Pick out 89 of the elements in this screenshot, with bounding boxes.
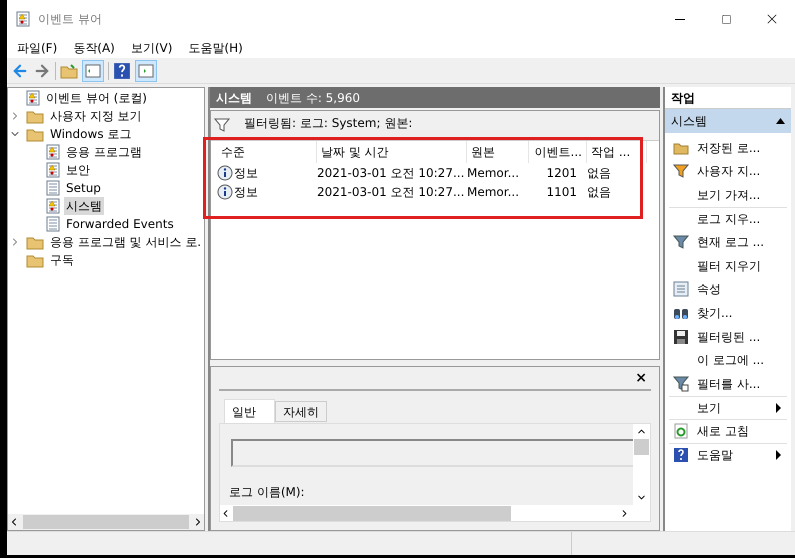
table-cell-text: Memor... (467, 164, 520, 182)
back-icon[interactable] (11, 62, 29, 80)
refresh-icon (673, 423, 689, 440)
maximize-icon (720, 14, 732, 24)
submenu-arrow-icon (776, 402, 781, 413)
collapse-triangle-icon (776, 118, 785, 124)
column-header[interactable]: 원본 (467, 141, 529, 163)
log-name-label: 로그 이름(M): (229, 484, 306, 501)
log-warning-icon (46, 198, 60, 214)
help-icon (673, 447, 689, 464)
table-cell-text: 2021-03-01 오전 10:27... (317, 184, 464, 200)
panel-icon[interactable] (135, 60, 157, 82)
minimize-icon (675, 18, 685, 20)
table-cell-text: 없음 (587, 164, 611, 182)
folder-up-icon[interactable] (60, 62, 78, 80)
tree-item[interactable]: Windows 로그 (48, 125, 134, 143)
action-item[interactable]: 사용자 지... (697, 162, 760, 180)
horizontal-scrollbar[interactable] (8, 514, 204, 530)
log-warning-icon (26, 90, 40, 106)
action-item[interactable]: 보기 가져... (697, 186, 760, 204)
folder-icon (26, 126, 44, 142)
filter-description: 필터링됨: 로그: System; 원본: (244, 115, 412, 132)
table-cell-text: 정보 (234, 184, 258, 200)
save-icon (673, 328, 689, 345)
submenu-arrow-icon (776, 450, 781, 460)
forward-icon[interactable] (33, 62, 51, 80)
tab[interactable]: 일반 (224, 399, 275, 423)
table-cell-text: 2021-03-01 오전 10:27... (317, 164, 464, 182)
filter-icon (673, 235, 689, 250)
action-item[interactable]: 이 로그에 ... (697, 351, 764, 370)
column-header[interactable]: 작업 ... (587, 141, 647, 163)
log-warning-icon (46, 162, 60, 178)
window-title: 이벤트 뷰어 (38, 11, 102, 28)
table-cell-text: 1101 (546, 184, 577, 200)
tree-item[interactable]: 이벤트 뷰어 (로컬) (44, 89, 149, 107)
actions-section-header[interactable]: 시스템 (665, 109, 791, 133)
table-cell-text: 1201 (546, 164, 577, 182)
info-icon (217, 184, 233, 200)
folder-icon (673, 140, 689, 155)
menu-item[interactable]: 파일(F) (9, 39, 66, 57)
action-item[interactable]: 로그 지우... (697, 210, 760, 228)
tree-item[interactable]: Forwarded Events (64, 215, 176, 233)
folder-icon (26, 252, 44, 268)
filter-icon (673, 376, 689, 392)
tab[interactable]: 자세히 (275, 401, 327, 422)
tree-item[interactable]: 시스템 (64, 197, 104, 215)
tree-item[interactable]: 보안 (64, 161, 92, 179)
folder-icon (26, 108, 44, 124)
help-icon[interactable] (113, 62, 131, 80)
tree-item[interactable]: 응용 프로그램 및 서비스 로. (48, 233, 204, 251)
log-warning-icon (46, 144, 60, 160)
menu-item[interactable]: 동작(A) (65, 39, 123, 57)
action-item[interactable]: 현재 로그 ... (697, 233, 764, 252)
table-cell-text: 정보 (234, 164, 258, 182)
action-item[interactable]: 속성 (697, 280, 721, 298)
close-button[interactable]: × (631, 368, 651, 388)
action-item[interactable]: 필터 지우기 (697, 256, 761, 275)
action-item[interactable]: 필터를 사... (697, 374, 760, 393)
table-cell-text: Memor... (467, 184, 520, 200)
tree-item[interactable]: 사용자 지정 보기 (48, 107, 144, 125)
action-item[interactable]: 보기 (697, 398, 721, 417)
menu-item[interactable]: 도움말(H) (180, 39, 251, 57)
folder-icon (26, 234, 44, 250)
filter-icon (673, 164, 689, 178)
log-icon (46, 216, 60, 232)
panel-icon[interactable] (82, 60, 104, 82)
table-cell-text: 없음 (587, 184, 611, 200)
log-warning-icon (16, 11, 30, 27)
tree-item[interactable]: 구독 (48, 251, 76, 269)
action-item[interactable]: 도움말 (697, 446, 733, 464)
column-header[interactable]: 수준 (217, 141, 317, 163)
filter-icon (214, 118, 230, 132)
horizontal-scrollbar[interactable] (220, 505, 650, 521)
action-item[interactable]: 필터링된 ... (697, 328, 760, 346)
action-item[interactable]: 저장된 로... (697, 138, 760, 157)
menu-item[interactable]: 보기(V) (122, 39, 180, 57)
properties-icon (673, 281, 689, 298)
vertical-scrollbar[interactable] (633, 424, 650, 505)
action-item[interactable]: 찾기... (697, 304, 732, 322)
column-header[interactable]: 이벤트... (529, 141, 587, 163)
tree-item[interactable]: 응용 프로그램 (64, 143, 144, 161)
info-icon (217, 164, 233, 180)
log-name: 시스템 (216, 90, 252, 106)
tree-item[interactable]: Setup (64, 179, 103, 197)
scroll-thumb[interactable] (634, 439, 649, 455)
event-count: 이벤트 수: 5,960 (266, 90, 360, 106)
action-item[interactable]: 새로 고침 (697, 422, 749, 440)
column-header[interactable]: 날짜 및 시간 (317, 141, 467, 163)
log-icon (46, 180, 60, 196)
